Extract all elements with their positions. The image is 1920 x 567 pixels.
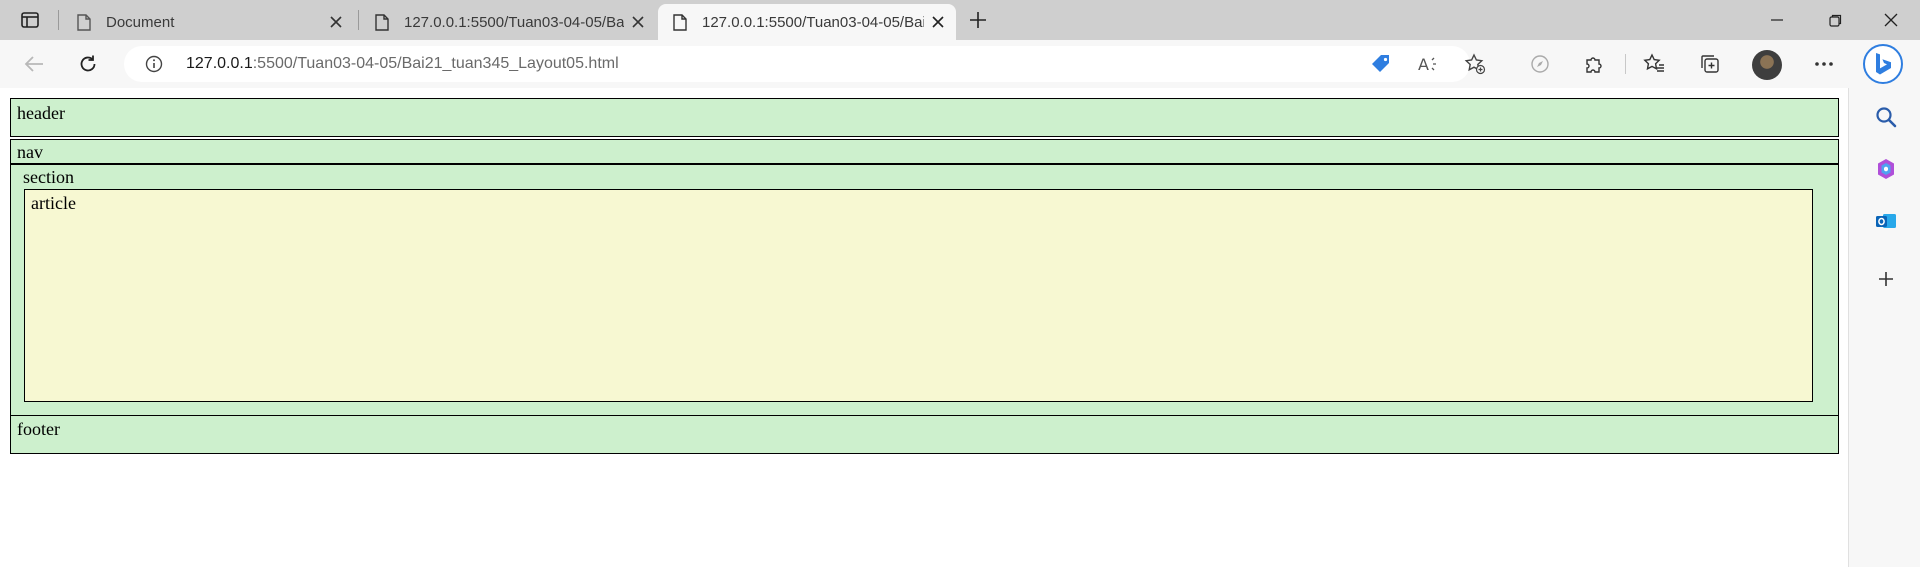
sidebar-add-button[interactable] xyxy=(1871,264,1901,294)
search-icon xyxy=(1876,107,1897,128)
back-button[interactable] xyxy=(18,48,50,80)
page-viewport: header nav section article footer xyxy=(0,88,1848,567)
footer-block: footer xyxy=(10,415,1839,454)
close-window-button[interactable] xyxy=(1862,0,1920,40)
back-arrow-icon xyxy=(24,56,43,72)
sidebar-outlook-button[interactable] xyxy=(1871,206,1901,236)
footer-label: footer xyxy=(17,419,60,439)
tab-actions-icon xyxy=(21,12,39,28)
tab-document[interactable]: Document xyxy=(62,4,354,40)
sidebar-office-button[interactable] xyxy=(1871,154,1901,184)
more-icon xyxy=(1815,62,1833,66)
favorites-button[interactable] xyxy=(1638,48,1670,80)
extensions-button[interactable] xyxy=(1578,48,1610,80)
tab-divider xyxy=(358,10,359,30)
address-bar[interactable]: 127.0.0.1:5500/Tuan03-04-05/Bai21_tuan34… xyxy=(124,46,1486,82)
tab-strip: Document 127.0.0.1:5500/Tuan03-04-05/Bai… xyxy=(0,0,1920,40)
header-block: header xyxy=(10,98,1839,137)
bing-icon xyxy=(1876,53,1891,75)
refresh-button[interactable] xyxy=(72,48,104,80)
article-block: article xyxy=(24,189,1813,402)
close-tab-icon[interactable] xyxy=(322,8,350,36)
read-aloud-icon[interactable]: A xyxy=(1416,52,1442,76)
outlook-icon xyxy=(1876,214,1896,228)
minimize-icon xyxy=(1771,19,1783,21)
tab-layout-1[interactable]: 127.0.0.1:5500/Tuan03-04-05/Bai21_tuan34… xyxy=(360,4,656,40)
close-tab-icon[interactable] xyxy=(624,8,652,36)
favorites-icon xyxy=(1643,53,1664,72)
collections-icon xyxy=(1701,55,1719,73)
settings-more-button[interactable] xyxy=(1808,48,1840,80)
tab-title: 127.0.0.1:5500/Tuan03-04-05/Bai21_tuan34… xyxy=(404,13,624,31)
url-text[interactable]: 127.0.0.1:5500/Tuan03-04-05/Bai21_tuan34… xyxy=(186,54,619,74)
tab-actions-button[interactable] xyxy=(14,6,46,34)
close-icon xyxy=(1884,13,1898,27)
plus-icon xyxy=(970,12,986,28)
toolbar-divider xyxy=(1625,54,1626,74)
minimize-button[interactable] xyxy=(1748,0,1806,40)
browser-essentials-button[interactable] xyxy=(1524,48,1556,80)
nav-label: nav xyxy=(17,142,43,162)
tab-title: Document xyxy=(106,13,175,31)
add-favorite-icon[interactable] xyxy=(1462,52,1488,76)
office-icon xyxy=(1878,159,1894,179)
article-label: article xyxy=(31,193,76,213)
restore-icon xyxy=(1828,14,1841,27)
section-block: section article xyxy=(10,164,1839,416)
page-icon xyxy=(672,13,688,31)
site-info-icon[interactable] xyxy=(144,54,164,74)
tab-layout-active[interactable]: 127.0.0.1:5500/Tuan03-04-05/Bai21_tuan34… xyxy=(658,4,956,40)
section-label: section xyxy=(23,167,74,187)
restore-button[interactable] xyxy=(1806,0,1864,40)
sidebar-search-button[interactable] xyxy=(1871,102,1901,132)
profile-avatar[interactable] xyxy=(1752,50,1782,80)
sidebar xyxy=(1848,88,1920,567)
toolbar: 127.0.0.1:5500/Tuan03-04-05/Bai21_tuan34… xyxy=(0,40,1920,88)
compass-icon xyxy=(1531,55,1549,73)
puzzle-icon xyxy=(1586,57,1602,73)
page-icon xyxy=(374,13,390,31)
url-host: 127.0.0.1 xyxy=(186,55,253,72)
nav-block: nav xyxy=(10,139,1839,164)
new-tab-button[interactable] xyxy=(962,6,994,34)
page-icon xyxy=(76,13,92,31)
close-tab-icon[interactable] xyxy=(924,8,952,36)
shopping-tag-icon[interactable] xyxy=(1368,52,1394,76)
copilot-button[interactable] xyxy=(1863,44,1903,84)
url-path: :5500/Tuan03-04-05/Bai21_tuan345_Layout0… xyxy=(252,55,619,72)
svg-text:A: A xyxy=(1418,55,1429,74)
refresh-icon xyxy=(80,55,96,72)
tab-title: 127.0.0.1:5500/Tuan03-04-05/Bai21_tuan34… xyxy=(702,13,924,31)
header-label: header xyxy=(17,103,65,123)
plus-icon xyxy=(1879,272,1893,286)
tab-divider xyxy=(58,10,59,30)
collections-button[interactable] xyxy=(1694,48,1726,80)
